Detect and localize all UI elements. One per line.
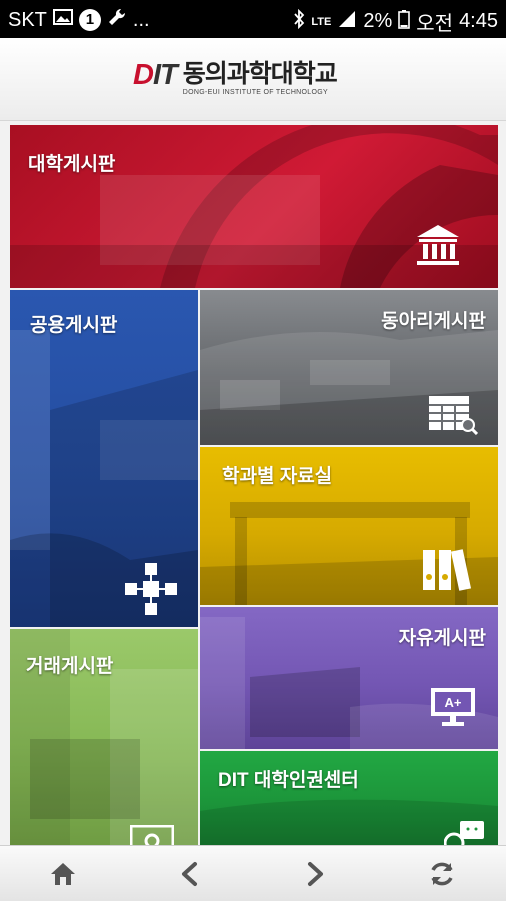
carrier-label: SKT [8,8,47,31]
back-arrow-icon[interactable] [175,859,205,889]
tile-department-archive[interactable]: 학과별 자료실 [200,447,498,605]
dit-logo-mark: DIT [133,59,178,91]
svg-text:A+: A+ [445,695,462,710]
tile-label: 거래게시판 [26,656,114,677]
tile-label: 자유게시판 [398,628,486,649]
tile-label: 공용게시판 [30,315,118,336]
notification-count-badge: 1 [78,9,101,31]
tile-label: 학과별 자료실 [222,466,333,487]
binders-icon [422,547,472,596]
refresh-icon[interactable] [427,859,457,889]
bluetooth-icon [293,8,305,35]
tile-label: 대학게시판 [28,154,116,175]
college-logo: DIT 동의과학대학교 DONG-EUI INSTITUTE OF TECHNO… [133,59,338,96]
table-search-icon [428,395,479,440]
battery-percent: 2% [363,10,393,32]
app-header: DIT 동의과학대학교 DONG-EUI INSTITUTE OF TECHNO… [0,38,506,121]
bottom-navigation-bar [0,845,506,901]
tile-public-board[interactable]: 공용게시판 [10,290,198,627]
time-ampm: 오전 [416,13,454,35]
tile-free-board[interactable]: 자유게시판 A+ [200,607,498,749]
college-name-korean: 동의과학대학교 [182,60,338,88]
status-bar: SKT 1 ... LTE 2% 오전 4:45 [0,0,506,38]
tile-human-rights-center[interactable]: DIT 대학인권센터 [200,751,498,845]
college-name-english: DONG-EUI INSTITUTE OF TECHNOLOGY [182,89,328,96]
chat-icon [443,821,484,845]
clock: 4:45 [459,10,498,32]
tile-label: 동아리게시판 [381,311,486,332]
signal-icon [337,9,357,35]
network-icon [124,562,178,621]
more-notifications: ... [132,8,150,31]
board-menu-grid: 대학게시판 공용게시판 동아리게시판 학과별 자료실 자유게시판 A+ 거래게시… [10,125,498,845]
wrench-icon [107,7,127,33]
tile-university-board[interactable]: 대학게시판 [10,125,498,288]
building-icon [415,223,461,272]
card-icon [129,824,175,845]
network-type: LTE [311,15,332,28]
home-icon[interactable] [48,859,78,889]
battery-icon [398,9,411,35]
tile-club-board[interactable]: 동아리게시판 [200,290,498,445]
monitor-grade-icon: A+ [430,687,476,732]
tile-label: DIT 대학인권센터 [218,770,359,791]
image-notification-icon [52,8,73,32]
forward-arrow-icon[interactable] [300,859,330,889]
tile-trade-board[interactable]: 거래게시판 [10,629,198,845]
